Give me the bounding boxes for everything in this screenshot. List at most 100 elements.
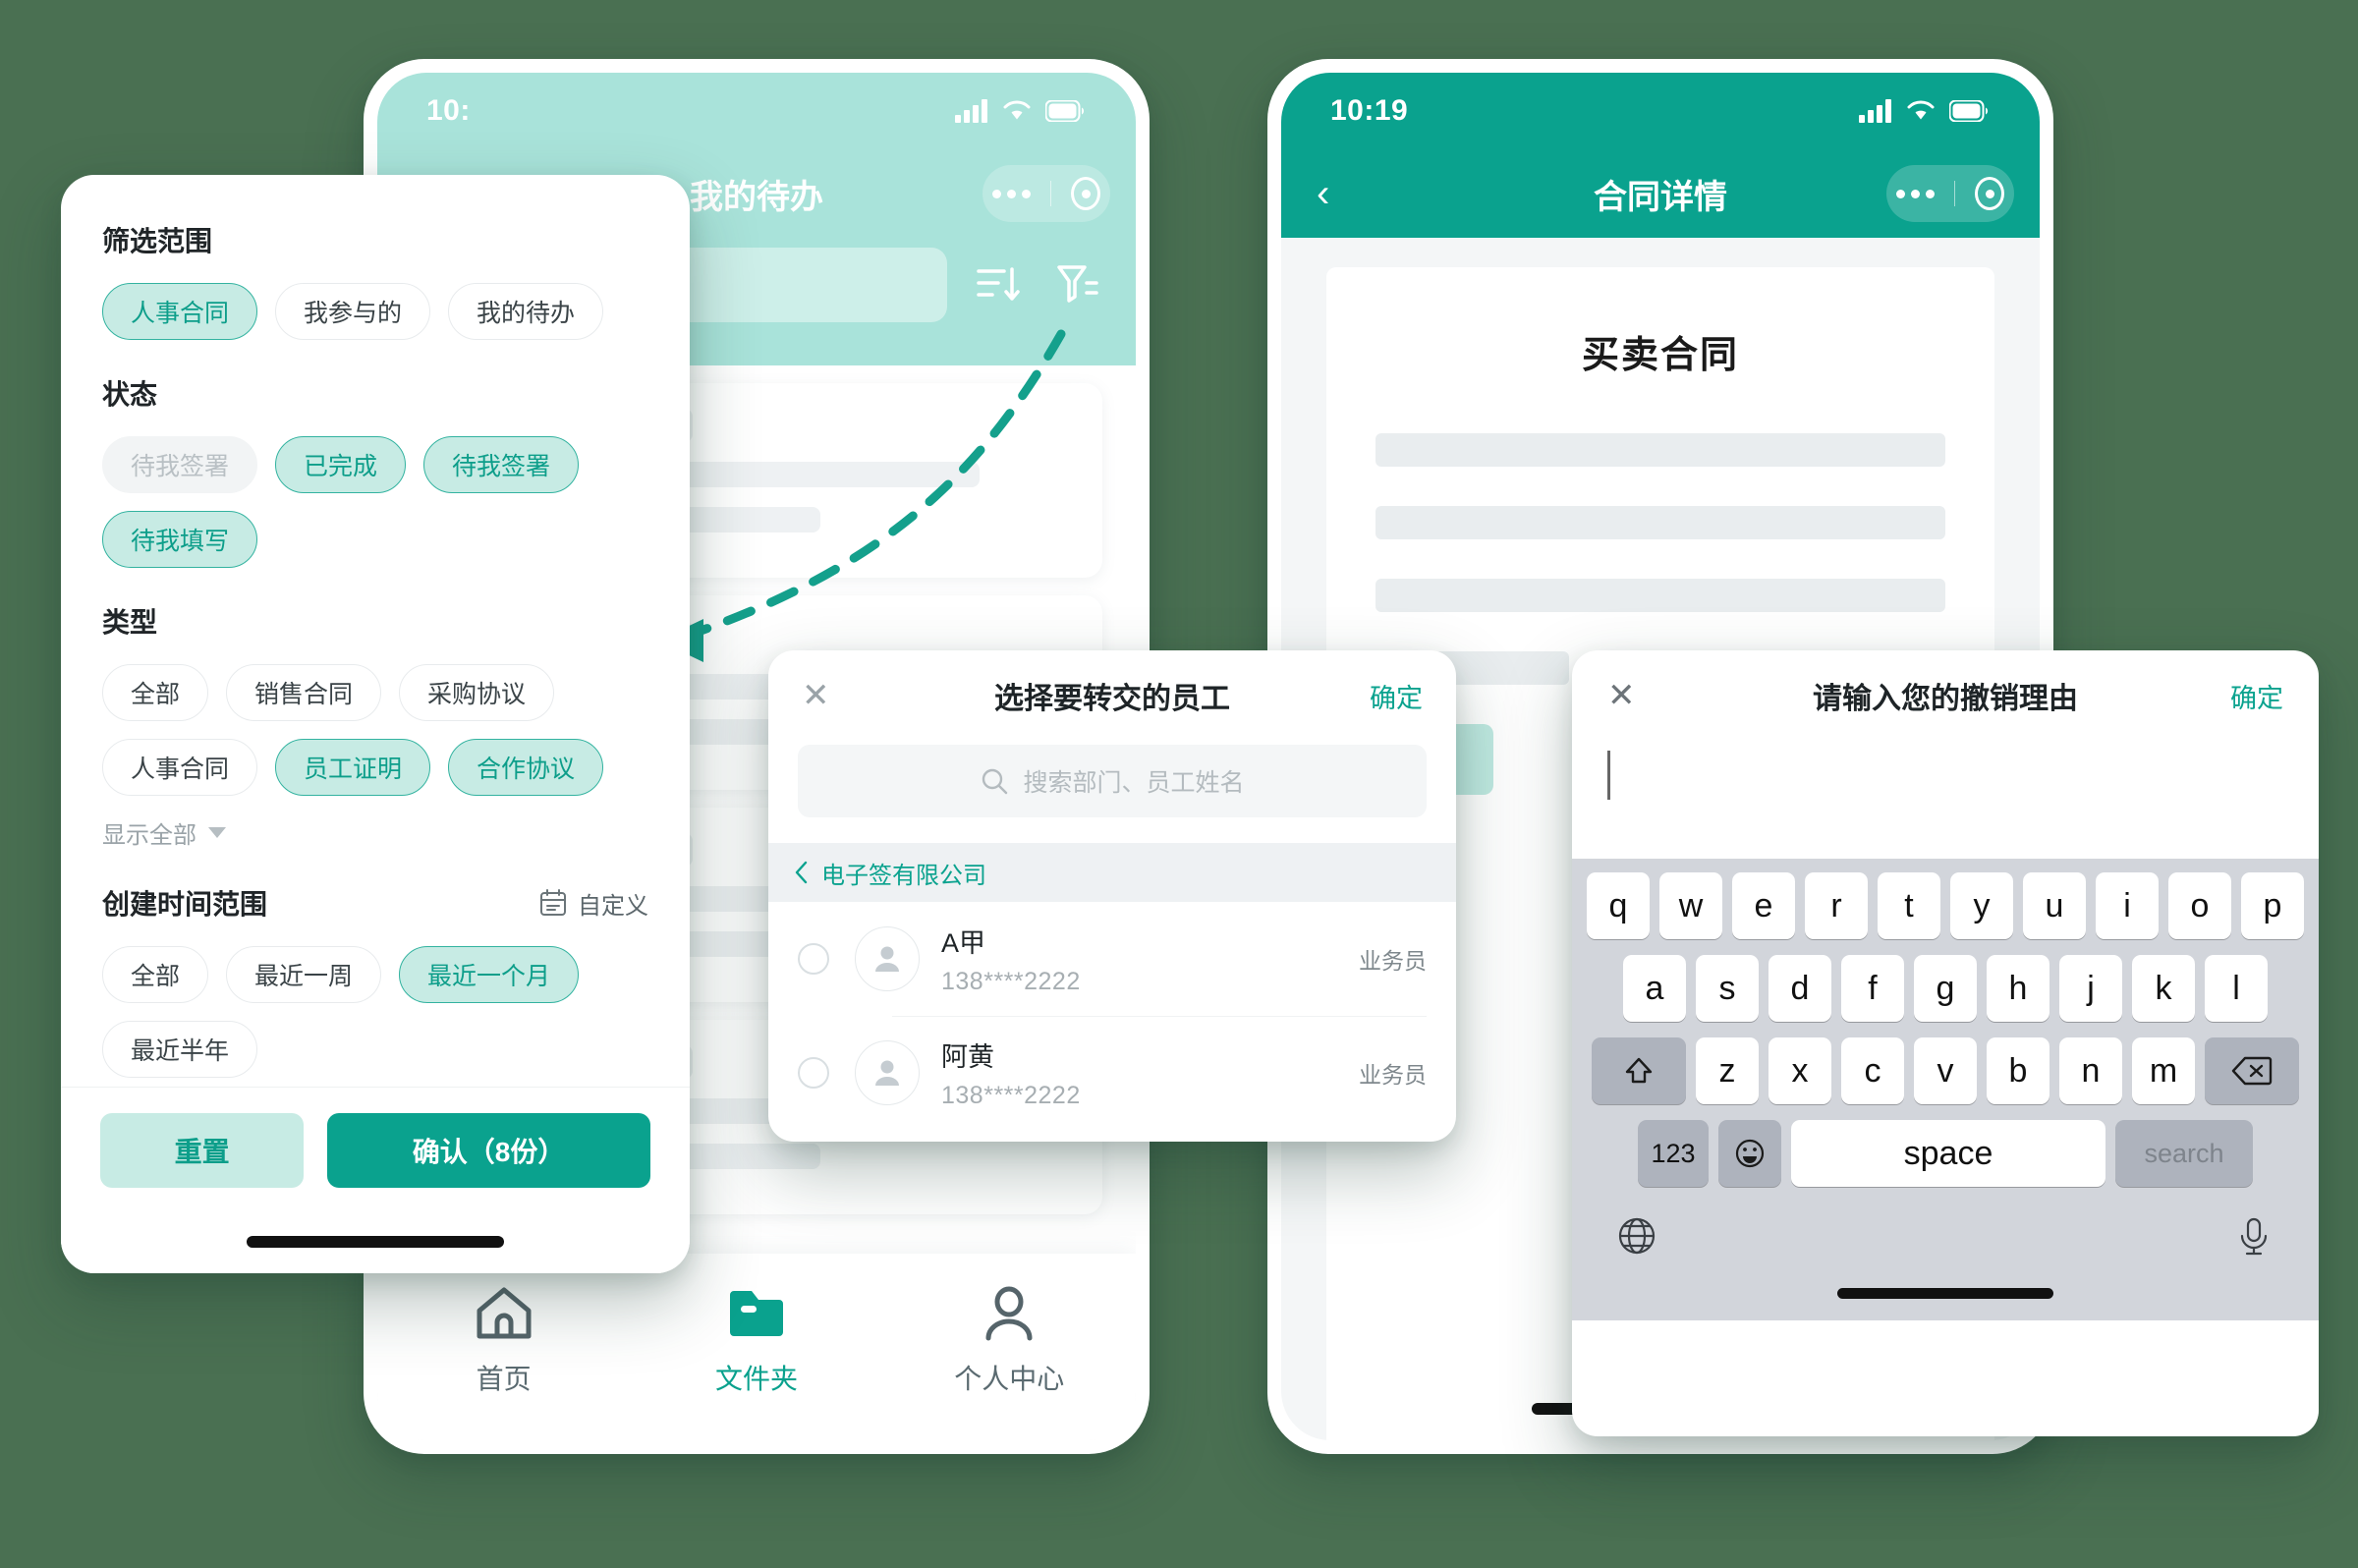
key-numbers[interactable]: 123 [1638, 1120, 1709, 1187]
show-all-toggle[interactable]: 显示全部 [102, 815, 648, 850]
close-icon[interactable]: ✕ [1607, 679, 1636, 712]
tab-folder-label: 文件夹 [714, 1364, 798, 1394]
back-button[interactable]: ‹ [1317, 174, 1356, 213]
chip-group-time: 全部 最近一周 最近一个月 最近半年 [102, 946, 648, 1078]
key-s[interactable]: s [1696, 955, 1759, 1022]
key-x[interactable]: x [1768, 1037, 1831, 1104]
calendar-icon [540, 889, 566, 916]
confirm-button[interactable]: 确认（8份） [327, 1113, 650, 1188]
close-icon[interactable]: ✕ [802, 679, 830, 712]
chip-time-2[interactable]: 最近一个月 [399, 946, 580, 1003]
custom-date-button[interactable]: 自定义 [538, 886, 648, 921]
key-i[interactable]: i [2096, 872, 2159, 939]
battery-icon [1045, 100, 1085, 122]
key-k[interactable]: k [2132, 955, 2195, 1022]
chip-status-1[interactable]: 已完成 [275, 436, 407, 493]
sort-icon[interactable] [973, 259, 1024, 310]
chip-group-status: 待我签署 已完成 待我签署 待我填写 [102, 436, 648, 568]
tab-profile[interactable]: 个人中心 [921, 1285, 1097, 1397]
reason-textarea[interactable] [1572, 741, 2319, 859]
battery-icon [1949, 100, 1989, 122]
key-r[interactable]: r [1805, 872, 1868, 939]
employee-confirm-button[interactable]: 确定 [1370, 677, 1423, 715]
breadcrumb[interactable]: 电子签有限公司 [768, 843, 1456, 902]
search-icon [982, 768, 1008, 795]
chip-time-0[interactable]: 全部 [102, 946, 209, 1003]
chip-time-3[interactable]: 最近半年 [102, 1021, 258, 1078]
row-radio[interactable] [798, 943, 829, 975]
key-b[interactable]: b [1987, 1037, 2049, 1104]
employee-name: 阿黄 [941, 1042, 994, 1072]
chip-status-2[interactable]: 待我签署 [423, 436, 580, 493]
chip-type-4[interactable]: 员工证明 [275, 739, 431, 796]
key-v[interactable]: v [1914, 1037, 1977, 1104]
shift-icon[interactable] [1592, 1037, 1686, 1104]
globe-icon[interactable] [1613, 1212, 1660, 1260]
right-nav-capsule[interactable] [1886, 165, 2014, 222]
chip-type-5[interactable]: 合作协议 [448, 739, 604, 796]
key-q[interactable]: q [1587, 872, 1650, 939]
key-d[interactable]: d [1768, 955, 1831, 1022]
chip-type-3[interactable]: 人事合同 [102, 739, 258, 796]
filter-panel-footer: 重置 确认（8份） [61, 1087, 690, 1273]
backspace-icon[interactable] [2205, 1037, 2299, 1104]
keyboard-confirm-button[interactable]: 确定 [2230, 677, 2283, 715]
key-search[interactable]: search [2115, 1120, 2253, 1187]
mic-icon[interactable] [2230, 1212, 2277, 1260]
chip-scope-2[interactable]: 我的待办 [448, 283, 604, 340]
key-m[interactable]: m [2132, 1037, 2195, 1104]
chip-scope-0[interactable]: 人事合同 [102, 283, 258, 340]
key-e[interactable]: e [1732, 872, 1795, 939]
more-dots-icon[interactable] [1896, 189, 1935, 198]
chip-status-3[interactable]: 待我填写 [102, 511, 258, 568]
key-f[interactable]: f [1841, 955, 1904, 1022]
key-u[interactable]: u [2023, 872, 2086, 939]
chip-scope-1[interactable]: 我参与的 [275, 283, 431, 340]
table-row[interactable]: 阿黄 138****2222 业务员 [768, 1016, 1456, 1130]
time-range-header: 创建时间范围 自定义 [102, 883, 648, 923]
row-info: 阿黄 138****2222 [941, 1036, 1081, 1110]
more-dots-icon[interactable] [992, 189, 1031, 198]
key-o[interactable]: o [2168, 872, 2231, 939]
section-heading-time: 创建时间范围 [102, 889, 268, 920]
key-a[interactable]: a [1623, 955, 1686, 1022]
tab-home[interactable]: 首页 [416, 1285, 592, 1397]
key-n[interactable]: n [2059, 1037, 2122, 1104]
show-all-label: 显示全部 [102, 822, 196, 849]
chip-type-0[interactable]: 全部 [102, 664, 209, 721]
keyboard-modal-header: ✕ 请输入您的撤销理由 确定 [1572, 650, 2319, 741]
person-icon [985, 1286, 1033, 1341]
row-radio[interactable] [798, 1057, 829, 1089]
target-icon[interactable] [1071, 177, 1100, 210]
key-space[interactable]: space [1791, 1120, 2105, 1187]
key-t[interactable]: t [1878, 872, 1940, 939]
target-icon[interactable] [1975, 177, 2004, 210]
person-icon [875, 946, 899, 972]
chevron-down-icon [208, 827, 226, 838]
funnel-icon[interactable] [1049, 259, 1100, 310]
key-h[interactable]: h [1987, 955, 2049, 1022]
signal-icon [955, 99, 987, 123]
chip-status-0[interactable]: 待我签署 [102, 436, 258, 493]
key-j[interactable]: j [2059, 955, 2122, 1022]
custom-date-label: 自定义 [578, 892, 648, 920]
key-g[interactable]: g [1914, 955, 1977, 1022]
key-c[interactable]: c [1841, 1037, 1904, 1104]
tab-folder[interactable]: 文件夹 [668, 1285, 845, 1397]
key-y[interactable]: y [1950, 872, 2013, 939]
wifi-icon [1907, 100, 1935, 120]
key-z[interactable]: z [1696, 1037, 1759, 1104]
emoji-icon[interactable] [1718, 1120, 1781, 1187]
chip-time-1[interactable]: 最近一周 [226, 946, 382, 1003]
employee-search-input[interactable]: 搜索部门、员工姓名 [798, 745, 1427, 817]
left-nav-capsule[interactable] [982, 165, 1110, 222]
table-row[interactable]: A甲 138****2222 业务员 [768, 902, 1456, 1016]
chevron-left-icon [795, 861, 808, 884]
reset-button[interactable]: 重置 [100, 1113, 305, 1188]
keyboard-row-1: q w e r t y u i o p [1580, 872, 2311, 939]
key-p[interactable]: p [2241, 872, 2304, 939]
chip-type-1[interactable]: 销售合同 [226, 664, 382, 721]
key-w[interactable]: w [1659, 872, 1722, 939]
chip-type-2[interactable]: 采购协议 [399, 664, 555, 721]
key-l[interactable]: l [2205, 955, 2268, 1022]
